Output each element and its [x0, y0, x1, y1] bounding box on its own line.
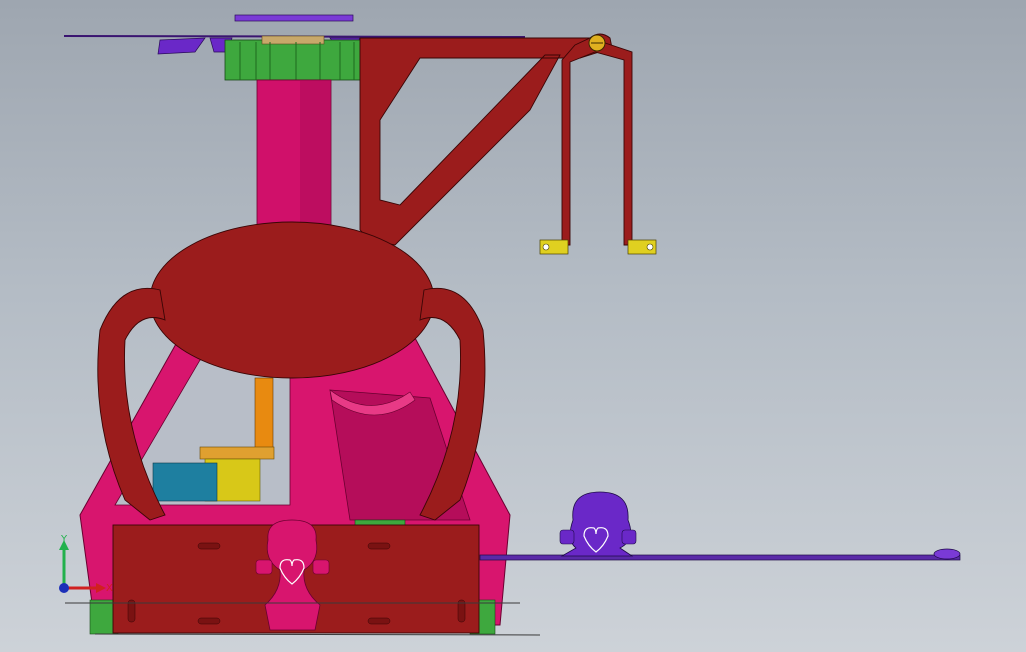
slide-rail [479, 554, 961, 561]
x-axis-arrowhead [96, 583, 106, 593]
y-axis-label: Y [60, 534, 68, 545]
coordinate-triad: Y X [59, 534, 113, 594]
rotor-hub-disc [234, 14, 354, 22]
arm-tab-left[interactable] [539, 239, 569, 255]
cable-bundle [254, 377, 274, 449]
x-axis-label: X [106, 583, 113, 594]
teal-module [152, 462, 218, 502]
rail-end-cap [933, 548, 961, 560]
component-bar [199, 446, 275, 460]
cad-viewport[interactable]: Y X [0, 0, 1026, 652]
top-gear[interactable] [224, 35, 366, 81]
carriage-lug-right [621, 529, 637, 545]
rotor-blade-left [157, 37, 206, 55]
column-shade [300, 80, 331, 230]
arm-tab-right[interactable] [627, 239, 657, 255]
helicopter-assembly-model[interactable] [0, 0, 1026, 652]
outer-frame[interactable] [97, 33, 633, 634]
z-axis-origin [59, 583, 69, 593]
rail-carriage [560, 491, 634, 557]
slide-rail-assembly[interactable] [479, 491, 961, 561]
carriage-lug-left [559, 529, 575, 545]
